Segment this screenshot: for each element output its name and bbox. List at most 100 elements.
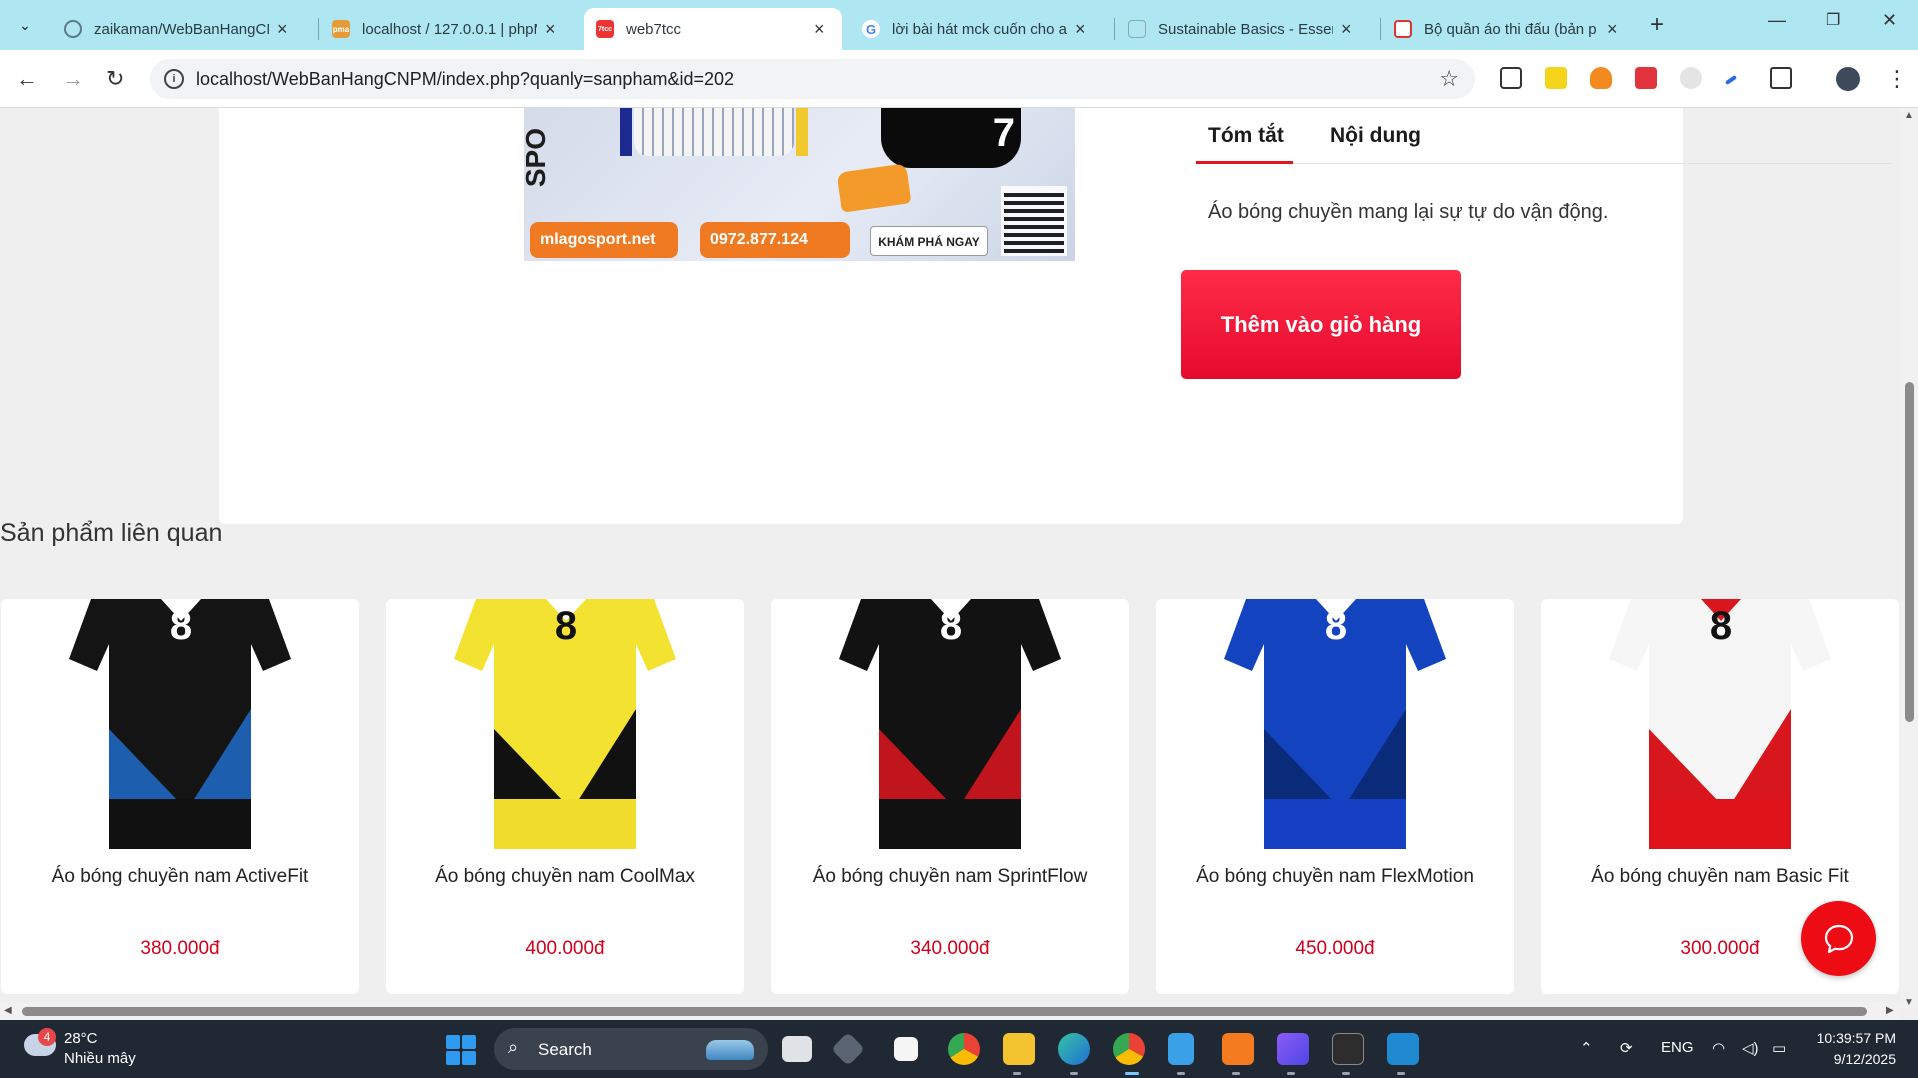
browser-tab[interactable]: pma localhost / 127.0.0.1 | phpM × <box>320 8 568 50</box>
capcut-app-icon[interactable] <box>894 1037 918 1061</box>
reload-icon[interactable]: ↻ <box>106 66 124 92</box>
chat-button[interactable] <box>1801 901 1876 976</box>
product-name[interactable]: Áo bóng chuyền nam FlexMotion <box>1156 866 1514 888</box>
volume-icon[interactable]: ◁) <box>1742 1039 1759 1057</box>
product-price: 340.000đ <box>910 938 990 959</box>
task-view-icon[interactable] <box>782 1036 812 1062</box>
browser-tab[interactable]: G lời bài hát mck cuốn cho a × <box>850 8 1098 50</box>
metamask-extension-icon[interactable] <box>1590 67 1612 89</box>
hero-shorts: 7 <box>881 108 1021 168</box>
site-info-icon[interactable]: i <box>164 69 184 89</box>
shorts-shape <box>494 799 636 849</box>
product-name[interactable]: Áo bóng chuyền nam ActiveFit <box>1 866 359 888</box>
jersey-number: 8 <box>170 604 192 648</box>
horizontal-scrollbar[interactable]: ◀ ▶ <box>0 1002 1900 1020</box>
clipchamp-app-icon[interactable] <box>1277 1033 1309 1065</box>
search-icon: ⌕ <box>508 1037 519 1057</box>
file-explorer-icon[interactable] <box>1003 1033 1035 1065</box>
weather-badge: 4 <box>38 1028 56 1046</box>
product-card[interactable]: 8 Áo bóng chuyền nam CoolMax 400.000đ <box>386 599 744 994</box>
close-icon[interactable]: × <box>1341 19 1352 40</box>
scroll-left-arrow-icon[interactable]: ◀ <box>4 1005 12 1016</box>
product-card[interactable]: 8 Áo bóng chuyền nam ActiveFit 380.000đ <box>1 599 359 994</box>
sync-icon[interactable]: ⟳ <box>1620 1039 1633 1057</box>
product-price: 450.000đ <box>1295 938 1375 959</box>
browser-tab-active[interactable]: 7tcc web7tcc × <box>584 8 842 50</box>
qr-extension-icon[interactable] <box>1500 67 1522 89</box>
product-image[interactable]: 8 <box>771 599 1129 849</box>
product-image[interactable]: 8 <box>386 599 744 849</box>
language-indicator[interactable]: ENG <box>1661 1039 1694 1056</box>
close-icon[interactable]: × <box>1075 19 1086 40</box>
menu-kebab-icon[interactable]: ⋮ <box>1886 66 1908 92</box>
product-image[interactable]: 8 <box>1541 599 1899 849</box>
notepad-app-icon[interactable] <box>1168 1033 1194 1065</box>
hero-phone-label: 0972.877.124 <box>700 222 850 258</box>
tray-chevron-up-icon[interactable]: ⌃ <box>1580 1039 1593 1057</box>
chrome-profile-app-icon[interactable] <box>1113 1033 1145 1065</box>
shorts-shape <box>879 799 1021 849</box>
tab-content[interactable]: Nội dung <box>1330 124 1421 148</box>
tab-summary[interactable]: Tóm tắt <box>1208 124 1284 148</box>
close-icon[interactable]: × <box>1607 19 1618 40</box>
clock-date[interactable]: 9/12/2025 <box>1814 1051 1896 1067</box>
product-card[interactable]: 8 Áo bóng chuyền nam SprintFlow 340.000đ <box>771 599 1129 994</box>
edge-app-icon[interactable] <box>1058 1033 1090 1065</box>
tab-search-button[interactable]: ⌄ <box>10 12 40 38</box>
phpmyadmin-favicon-icon: pma <box>332 20 350 38</box>
restore-icon[interactable]: ❐ <box>1826 10 1840 30</box>
wifi-icon[interactable]: ◠ <box>1712 1039 1725 1057</box>
red-extension-icon[interactable] <box>1635 67 1657 89</box>
battery-icon[interactable]: ▭ <box>1772 1039 1786 1057</box>
shop-favicon-icon <box>1394 20 1412 38</box>
page-content: SPO 7 mlagosport.net 0972.877.124 KHÁM P… <box>0 108 1900 1008</box>
close-icon[interactable]: × <box>277 19 288 40</box>
close-icon[interactable]: × <box>814 19 825 40</box>
unity-app-icon[interactable] <box>831 1032 865 1066</box>
vertical-scrollbar[interactable]: ▲ ▼ <box>1900 108 1918 1008</box>
new-tab-plus-icon[interactable]: + <box>1650 11 1664 39</box>
tab-separator <box>1114 18 1115 40</box>
weather-temp[interactable]: 28°C <box>64 1030 98 1047</box>
product-name[interactable]: Áo bóng chuyền nam SprintFlow <box>771 866 1129 888</box>
product-card[interactable]: 8 Áo bóng chuyền nam FlexMotion 450.000đ <box>1156 599 1514 994</box>
profile-avatar[interactable] <box>1836 67 1860 91</box>
xampp-app-icon[interactable] <box>1222 1033 1254 1065</box>
scroll-up-arrow-icon[interactable]: ▲ <box>1904 110 1914 121</box>
chrome-app-icon[interactable] <box>948 1033 980 1065</box>
weather-desc[interactable]: Nhiều mây <box>64 1050 136 1067</box>
vertical-scroll-thumb[interactable] <box>1905 382 1914 722</box>
scroll-down-arrow-icon[interactable]: ▼ <box>1904 997 1914 1008</box>
close-icon[interactable]: × <box>545 19 556 40</box>
horizontal-scroll-thumb[interactable] <box>22 1007 1867 1016</box>
extensions-puzzle-icon[interactable] <box>1770 67 1792 89</box>
add-to-cart-button[interactable]: Thêm vào giỏ hàng <box>1181 270 1461 379</box>
url-text[interactable]: localhost/WebBanHangCNPM/index.php?quanl… <box>196 69 734 90</box>
forward-arrow-icon[interactable]: → <box>62 66 84 92</box>
hero-site-label: mlagosport.net <box>530 222 678 258</box>
browser-tab[interactable]: Sustainable Basics - Essent × <box>1116 8 1364 50</box>
product-name[interactable]: Áo bóng chuyền nam Basic Fit <box>1541 866 1899 888</box>
gear-extension-icon[interactable] <box>1680 67 1702 89</box>
minimize-icon[interactable]: — <box>1768 10 1786 31</box>
clock-time[interactable]: 10:39:57 PM <box>1814 1030 1896 1046</box>
tab-title: localhost / 127.0.0.1 | phpM <box>362 20 537 38</box>
terminal-app-icon[interactable] <box>1332 1033 1364 1065</box>
scroll-right-arrow-icon[interactable]: ▶ <box>1886 1005 1894 1016</box>
s-extension-icon[interactable] <box>1545 67 1567 89</box>
taskbar-search[interactable]: ⌕ Search <box>494 1028 768 1070</box>
back-arrow-icon[interactable]: ← <box>16 66 38 92</box>
vscode-app-icon[interactable] <box>1387 1033 1419 1065</box>
product-name[interactable]: Áo bóng chuyền nam CoolMax <box>386 866 744 888</box>
running-indicator <box>1177 1072 1185 1075</box>
close-window-icon[interactable]: ✕ <box>1882 10 1897 31</box>
browser-tab[interactable]: Bộ quần áo thi đấu (bản p × <box>1382 8 1630 50</box>
bookmark-star-icon[interactable]: ☆ <box>1439 66 1459 92</box>
running-indicator <box>1232 1072 1240 1075</box>
product-image[interactable]: 8 <box>1 599 359 849</box>
address-bar[interactable]: i localhost/WebBanHangCNPM/index.php?qua… <box>150 59 1475 99</box>
browser-tab[interactable]: zaikaman/WebBanHangCN × <box>52 8 300 50</box>
windows-start-icon[interactable] <box>446 1035 476 1065</box>
product-image[interactable]: 8 <box>1156 599 1514 849</box>
pen-extension-icon[interactable] <box>1724 74 1738 86</box>
